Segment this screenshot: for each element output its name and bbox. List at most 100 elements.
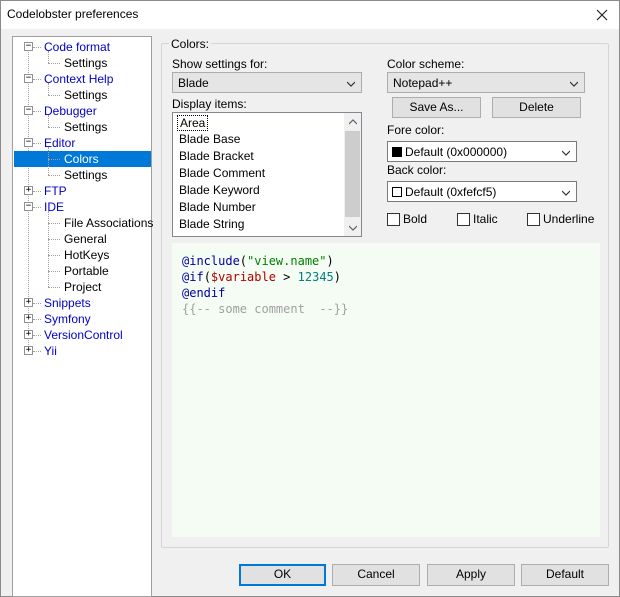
- tree-leaf[interactable]: File Associations: [13, 215, 154, 231]
- collapse-icon[interactable]: −: [24, 202, 33, 211]
- collapse-icon[interactable]: −: [24, 74, 33, 83]
- tree-child-line: [48, 83, 49, 95]
- color-scheme-value: Notepad++: [393, 76, 453, 90]
- preview-keyword: @endif: [182, 286, 226, 300]
- tree-leaf-label: Project: [64, 280, 102, 294]
- tree-leaf[interactable]: Settings: [13, 119, 151, 135]
- list-item[interactable]: Blade Number: [179, 200, 256, 214]
- close-button[interactable]: [585, 1, 619, 29]
- settings-tree[interactable]: − Code format Settings − Context Help Setting…: [12, 36, 154, 597]
- tree-leaf-label: File Associations: [64, 216, 154, 230]
- close-icon: [596, 9, 608, 21]
- display-items-label: Display items:: [172, 97, 247, 111]
- tree-node[interactable]: + FTP: [13, 183, 151, 199]
- preview-keyword: @include: [182, 254, 240, 268]
- tree-node-label: Snippets: [44, 296, 91, 310]
- delete-button[interactable]: Delete: [492, 97, 581, 118]
- underline-checkbox[interactable]: Underline: [527, 212, 597, 228]
- tree-leaf[interactable]: Settings: [13, 87, 151, 103]
- fore-color-value: Default (0x000000): [405, 145, 508, 159]
- expand-icon[interactable]: +: [24, 346, 33, 355]
- tree-leaf-label: Settings: [64, 120, 108, 134]
- fore-color-select[interactable]: Default (0x000000): [387, 141, 577, 162]
- collapse-icon[interactable]: −: [24, 106, 33, 115]
- preferences-window: Codelobster preferences − Code format Sett…: [0, 0, 620, 597]
- preview-keyword: @if: [182, 270, 204, 284]
- tree-node[interactable]: + Yii: [13, 343, 151, 359]
- apply-button[interactable]: Apply: [427, 564, 515, 586]
- chevron-up-icon: [348, 118, 357, 124]
- list-item[interactable]: Blade String: [179, 217, 244, 231]
- list-item[interactable]: Blade Bracket: [179, 149, 254, 163]
- scroll-thumb[interactable]: [345, 131, 360, 217]
- preview-string: "view.name": [247, 254, 327, 268]
- tree-node[interactable]: − IDE: [13, 199, 151, 215]
- tree-connector: [48, 159, 60, 160]
- tree-connector: [48, 271, 60, 272]
- tree-connector: [48, 127, 60, 128]
- tree-connector: [33, 207, 41, 208]
- display-items-list[interactable]: Area Blade Base Blade Bracket Blade Comment…: [172, 112, 362, 237]
- tree-connector: [48, 95, 60, 96]
- tree-node[interactable]: − Context Help: [13, 71, 151, 87]
- tree-connector: [48, 175, 60, 176]
- show-settings-label: Show settings for:: [172, 57, 268, 71]
- code-preview: @include("view.name") @if($variable > 12…: [172, 243, 600, 537]
- italic-check-box[interactable]: [457, 213, 470, 226]
- tree-node-label: Debugger: [44, 104, 97, 118]
- tree-child-line: [48, 211, 49, 287]
- list-scrollbar[interactable]: [344, 113, 361, 236]
- cancel-button[interactable]: Cancel: [332, 564, 420, 586]
- tree-connector: [48, 287, 60, 288]
- preview-line-3: @endif: [182, 286, 225, 300]
- bold-checkbox[interactable]: Bold: [387, 212, 437, 228]
- list-item[interactable]: Area: [177, 115, 209, 131]
- scroll-up-button[interactable]: [344, 113, 361, 130]
- tree-node[interactable]: − Debugger: [13, 103, 151, 119]
- preview-variable: $variable: [210, 270, 276, 284]
- collapse-icon[interactable]: −: [24, 138, 33, 147]
- tree-connector: [48, 223, 60, 224]
- tree-leaf[interactable]: Portable: [13, 263, 151, 279]
- italic-checkbox[interactable]: Italic: [457, 212, 507, 228]
- expand-icon[interactable]: +: [24, 186, 33, 195]
- save-as-button[interactable]: Save As...: [392, 97, 481, 118]
- tree-connector: [33, 351, 41, 352]
- bold-check-box[interactable]: [387, 213, 400, 226]
- tree-node[interactable]: + Symfony: [13, 311, 151, 327]
- expand-icon[interactable]: +: [24, 330, 33, 339]
- list-item[interactable]: Blade Base: [179, 132, 240, 146]
- tree-leaf[interactable]: General: [13, 231, 151, 247]
- colors-group-title: Colors:: [169, 37, 212, 51]
- tree-node[interactable]: − Code format: [13, 39, 151, 55]
- tree-node[interactable]: + VersionControl: [13, 327, 151, 343]
- show-settings-select[interactable]: Blade: [172, 72, 362, 93]
- tree-leaf-label: General: [64, 232, 107, 246]
- chevron-down-icon: [347, 81, 355, 87]
- list-item[interactable]: Blade Keyword: [179, 183, 260, 197]
- expand-icon[interactable]: +: [24, 314, 33, 323]
- tree-connector: [33, 191, 41, 192]
- expand-icon[interactable]: +: [24, 298, 33, 307]
- scroll-down-button[interactable]: [344, 219, 361, 236]
- tree-node[interactable]: + Snippets: [13, 295, 151, 311]
- default-button[interactable]: Default: [521, 564, 609, 586]
- tree-leaf[interactable]: Project: [13, 279, 151, 295]
- collapse-icon[interactable]: −: [24, 42, 33, 51]
- ok-button[interactable]: OK: [239, 564, 326, 586]
- color-scheme-label: Color scheme:: [387, 57, 465, 71]
- tree-leaf-label: Settings: [64, 56, 108, 70]
- underline-check-box[interactable]: [527, 213, 540, 226]
- tree-leaf[interactable]: Settings: [13, 167, 151, 183]
- chevron-down-icon: [570, 81, 578, 87]
- tree-leaf[interactable]: HotKeys: [13, 247, 151, 263]
- tree-connector: [33, 79, 41, 80]
- back-color-select[interactable]: Default (0xfefcf5): [387, 181, 577, 202]
- list-item[interactable]: Blade Comment: [179, 166, 265, 180]
- tree-node[interactable]: − Editor: [13, 135, 151, 151]
- tree-leaf[interactable]: Colors: [13, 151, 151, 167]
- tree-leaf[interactable]: Settings: [13, 55, 151, 71]
- color-scheme-select[interactable]: Notepad++: [387, 72, 585, 93]
- underline-label: Underline: [543, 212, 595, 226]
- chevron-down-icon: [562, 190, 570, 196]
